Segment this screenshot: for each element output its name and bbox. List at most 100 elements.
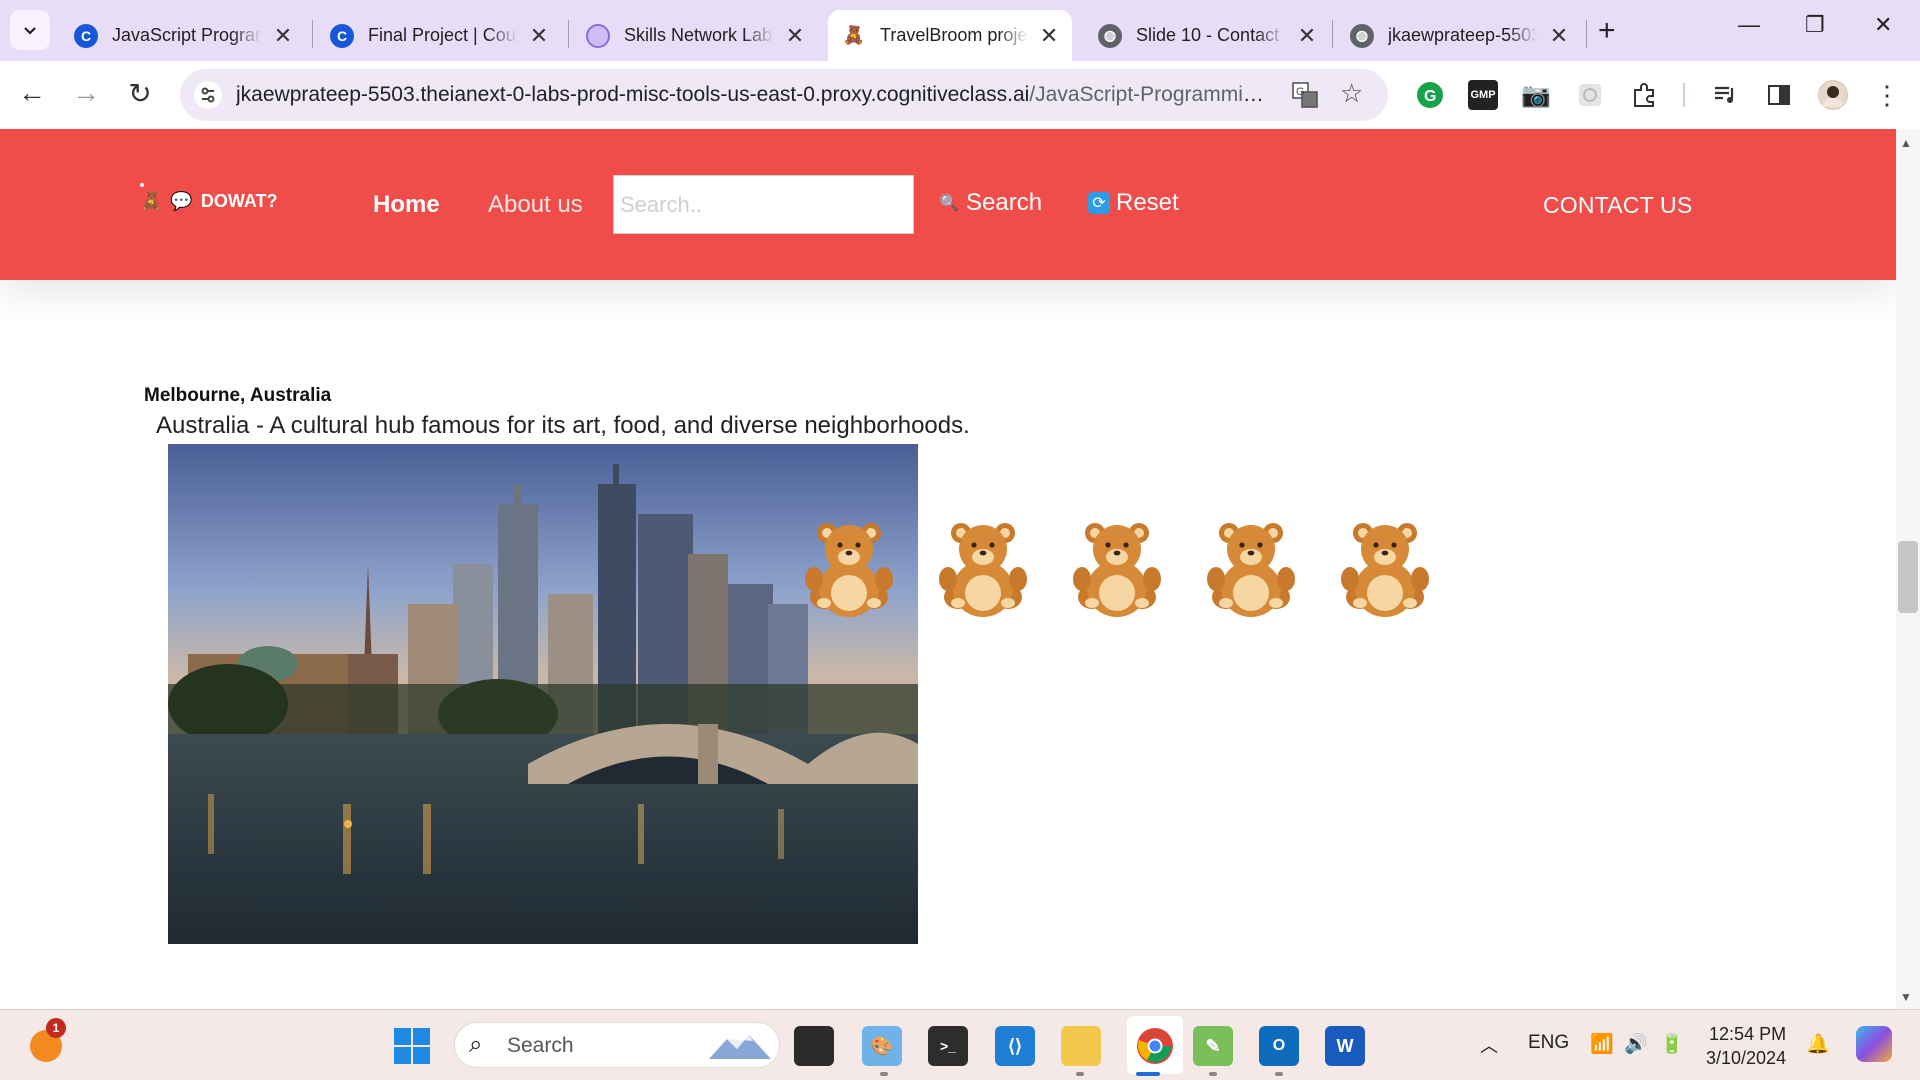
svg-text:G: G [1296,86,1305,98]
screen: C JavaScript Programming ✕ C Final Proje… [0,0,1920,1080]
tab-strip: C JavaScript Programming ✕ C Final Proje… [0,0,1920,61]
scroll-up-arrow-icon[interactable]: ▲ [1900,136,1912,150]
teddy-bear-icon [805,523,893,617]
close-icon[interactable]: ✕ [1296,23,1318,49]
toolbar-divider [1683,83,1685,107]
tab-javascript-programming[interactable]: C JavaScript Programming ✕ [60,10,306,61]
wifi-icon[interactable]: 📶 [1590,1032,1614,1056]
nav-about-link[interactable]: About us [488,191,583,219]
tab-title: jkaewprateep-5503 [1388,25,1538,45]
scroll-down-arrow-icon[interactable]: ▼ [1900,990,1912,1004]
url-host: jkaewprateep-5503.theianext-0-labs-prod-… [236,83,1030,106]
refresh-icon: ⟳ [1088,192,1110,214]
close-icon[interactable]: ✕ [1038,23,1060,49]
media-controls-icon[interactable] [1710,80,1740,110]
outlook-new-icon[interactable]: O [1259,1026,1299,1066]
coursera-icon: C [330,23,354,48]
tab-separator [1586,20,1587,48]
close-icon[interactable]: ✕ [1548,23,1570,49]
terminal-icon[interactable]: >_ [928,1026,968,1066]
translate-icon[interactable]: G [1292,82,1318,114]
search-icon: ⌕ [469,1031,483,1058]
magnifier-icon: 🔍 [939,195,959,212]
tray-chevron-up-icon[interactable]: ︿ [1480,1032,1498,1058]
notifications-bell-icon[interactable]: 🔔 [1806,1032,1830,1056]
address-bar[interactable]: jkaewprateep-5503.theianext-0-labs-prod-… [180,69,1388,121]
new-tab-button[interactable]: + [1598,14,1616,48]
close-icon[interactable]: ✕ [272,23,294,49]
tab-separator [312,20,313,48]
url-text[interactable]: jkaewprateep-5503.theianext-0-labs-prod-… [236,83,1266,107]
copilot-icon[interactable] [1856,1026,1892,1062]
battery-icon[interactable]: 🔋 [1660,1032,1684,1056]
search-highlight-icon [709,1035,771,1059]
tab-jkaewprateep[interactable]: ◍ jkaewprateep-5503 ✕ [1336,10,1582,61]
search-input[interactable] [613,175,914,234]
app-running-indicator [1209,1072,1217,1076]
reload-icon[interactable]: ↻ [122,77,158,110]
notification-badge: 1 [46,1018,66,1038]
tab-slide-10[interactable]: ◍ Slide 10 - Contact Us ✕ [1084,10,1330,61]
globe-icon: ◍ [1350,23,1374,48]
tab-separator [568,20,569,48]
minimize-icon[interactable]: — [1738,12,1760,38]
windows-start-icon[interactable] [394,1028,430,1069]
close-icon[interactable]: ✕ [784,23,806,49]
tab-title: JavaScript Programming [112,25,262,45]
window-close-icon[interactable]: ✕ [1874,12,1892,38]
profile-avatar[interactable] [1818,80,1848,110]
vscode-icon[interactable]: ⟨⟩ [995,1026,1035,1066]
word-icon[interactable]: W [1325,1026,1365,1066]
taskbar-search[interactable]: ⌕ Search [454,1022,780,1068]
restore-icon[interactable]: ❐ [1805,12,1825,38]
result-title: Melbourne, Australia [144,385,332,406]
extension-grammarly-icon[interactable]: G [1415,80,1445,110]
tab-search-button[interactable] [10,10,50,50]
site-logo[interactable]: 🧸 💬 DOWAT? [140,183,278,212]
task-view-icon[interactable] [794,1026,834,1066]
clock-date: 3/10/2024 [1706,1048,1787,1068]
back-icon[interactable]: ← [14,77,50,109]
site-info-icon[interactable] [194,81,222,109]
tab-title: Final Project | Coursera [368,25,518,45]
bookmark-star-icon[interactable]: ☆ [1340,78,1363,109]
language-indicator[interactable]: ENG [1528,1032,1569,1054]
web-page: 🧸 💬 DOWAT? Home About us 🔍 Search ⟳ Rese… [0,129,1896,1009]
app-running-indicator [1076,1072,1084,1076]
browser-toolbar: ← → ↻ jkaewprateep-5503.theianext-0-labs… [0,61,1920,171]
close-icon[interactable]: ✕ [528,23,550,49]
more-menu-icon[interactable]: ⋮ [1872,80,1902,110]
app-running-indicator [880,1072,888,1076]
nav-home-link[interactable]: Home [373,191,440,219]
side-panel-icon[interactable] [1764,80,1794,110]
nav-contact-link[interactable]: CONTACT US [1543,192,1692,219]
teddy-bear-icon [939,523,1027,617]
extension-puzzle-tile-icon[interactable] [1575,80,1605,110]
chrome-icon[interactable] [1135,1026,1175,1066]
extensions-icon[interactable] [1629,80,1659,110]
screenshot-camera-icon[interactable]: 📷 [1521,80,1551,110]
forward-icon[interactable]: → [68,77,104,109]
coursera-icon: C [74,23,98,48]
skills-network-icon [586,23,610,48]
tab-title: Skills Network Labs [624,25,774,45]
paint-icon[interactable]: 🎨 [862,1026,902,1066]
reset-button[interactable]: ⟳ Reset [1088,189,1179,217]
tab-skills-network[interactable]: Skills Network Labs ✕ [572,10,818,61]
logo-text: DOWAT? [200,191,278,211]
notepad-editor-icon[interactable]: ✎ [1193,1026,1233,1066]
tab-final-project[interactable]: C Final Project | Coursera ✕ [316,10,562,61]
file-explorer-icon[interactable] [1061,1026,1101,1066]
scrollbar-thumb[interactable] [1898,541,1918,613]
clock[interactable]: 12:54 PM 3/10/2024 [1706,1022,1786,1070]
result-description: Australia - A cultural hub famous for it… [156,412,970,439]
tab-travelbroom[interactable]: 🧸 TravelBroom project ✕ [828,10,1072,61]
tab-title: TravelBroom project [880,25,1029,45]
teddy-bear-icon [1073,523,1161,617]
chevron-down-icon [24,27,36,35]
search-button-label: Search [966,189,1043,216]
volume-icon[interactable]: 🔊 [1624,1032,1648,1056]
gmp-extension-icon[interactable]: GMP [1468,80,1498,110]
speech-bubble-icon: 💬 [170,191,193,211]
search-button[interactable]: 🔍 Search [938,189,1042,217]
